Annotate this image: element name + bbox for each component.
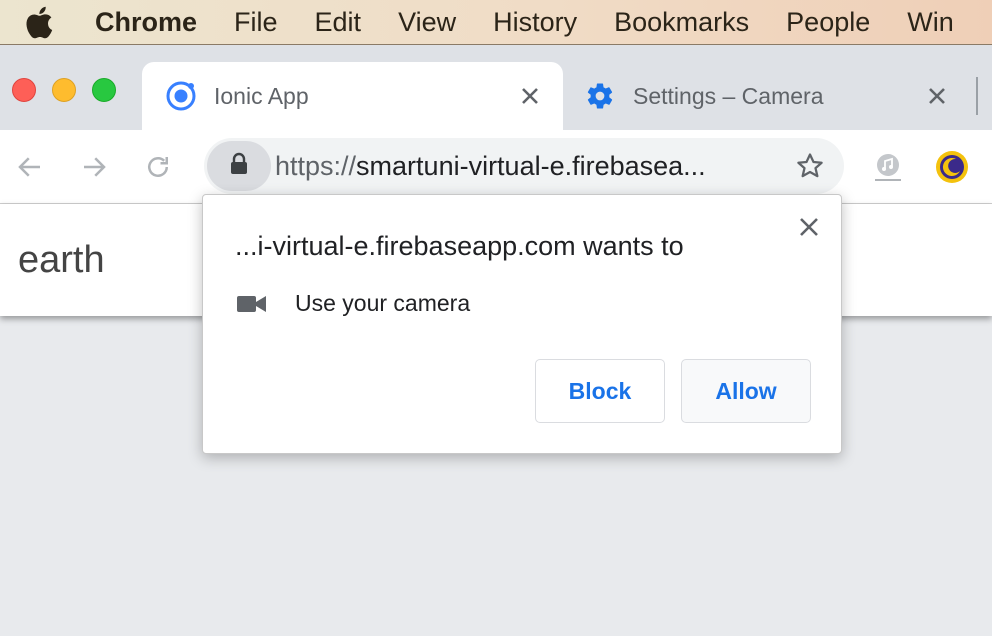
url-host: smartuni-virtual-e.firebasea... — [356, 150, 706, 181]
permission-row: Use your camera — [237, 290, 470, 317]
tab-close-icon[interactable] — [922, 81, 952, 111]
gear-icon — [583, 79, 617, 113]
url-scheme: https:// — [275, 150, 357, 181]
tab-ionic-app[interactable]: Ionic App — [142, 62, 563, 130]
lock-icon — [229, 152, 249, 181]
reload-icon[interactable] — [140, 149, 176, 185]
permission-heading: ...i-virtual-e.firebaseapp.com wants to — [235, 231, 684, 261]
permission-label: Use your camera — [295, 290, 471, 316]
close-icon[interactable] — [795, 213, 823, 241]
menu-chrome[interactable]: Chrome — [95, 0, 197, 44]
forward-arrow-icon[interactable] — [76, 149, 112, 185]
tab-title: Settings – Camera — [633, 82, 824, 109]
camera-permission-dialog: ...i-virtual-e.firebaseapp.com wants to … — [202, 194, 842, 454]
video-camera-icon — [237, 292, 267, 316]
allow-button[interactable]: Allow — [681, 359, 811, 423]
tab-close-icon[interactable] — [515, 81, 545, 111]
tab-divider — [976, 77, 978, 115]
window-zoom-button[interactable] — [92, 78, 116, 102]
menu-people[interactable]: People — [786, 0, 870, 44]
apple-logo-icon[interactable] — [25, 5, 55, 39]
tab-title: Ionic App — [214, 82, 309, 109]
block-button[interactable]: Block — [535, 359, 665, 423]
menu-file[interactable]: File — [234, 0, 278, 44]
browser-toolbar: https://smartuni-virtual-e.firebasea... — [0, 130, 992, 204]
menu-window[interactable]: Win — [907, 0, 954, 44]
macos-menu-bar: Chrome File Edit View History Bookmarks … — [0, 0, 992, 45]
window-minimize-button[interactable] — [52, 78, 76, 102]
site-info-button[interactable] — [207, 141, 271, 191]
menu-bookmarks[interactable]: Bookmarks — [614, 0, 749, 44]
tab-settings-camera[interactable]: Settings – Camera — [565, 62, 970, 130]
ionic-icon — [164, 79, 198, 113]
url-text[interactable]: https://smartuni-virtual-e.firebasea... — [275, 151, 775, 182]
tab-strip: Ionic App Settings – Camera — [0, 45, 992, 130]
dark-mode-moon-icon[interactable] — [932, 147, 972, 187]
music-extension-icon[interactable] — [868, 147, 908, 187]
address-bar[interactable]: https://smartuni-virtual-e.firebasea... — [204, 138, 844, 194]
bookmark-star-icon[interactable] — [794, 150, 826, 182]
page-title: earth — [18, 239, 105, 281]
back-arrow-icon[interactable] — [12, 149, 48, 185]
menu-edit[interactable]: Edit — [315, 0, 362, 44]
menu-view[interactable]: View — [398, 0, 456, 44]
window-close-button[interactable] — [12, 78, 36, 102]
menu-history[interactable]: History — [493, 0, 577, 44]
